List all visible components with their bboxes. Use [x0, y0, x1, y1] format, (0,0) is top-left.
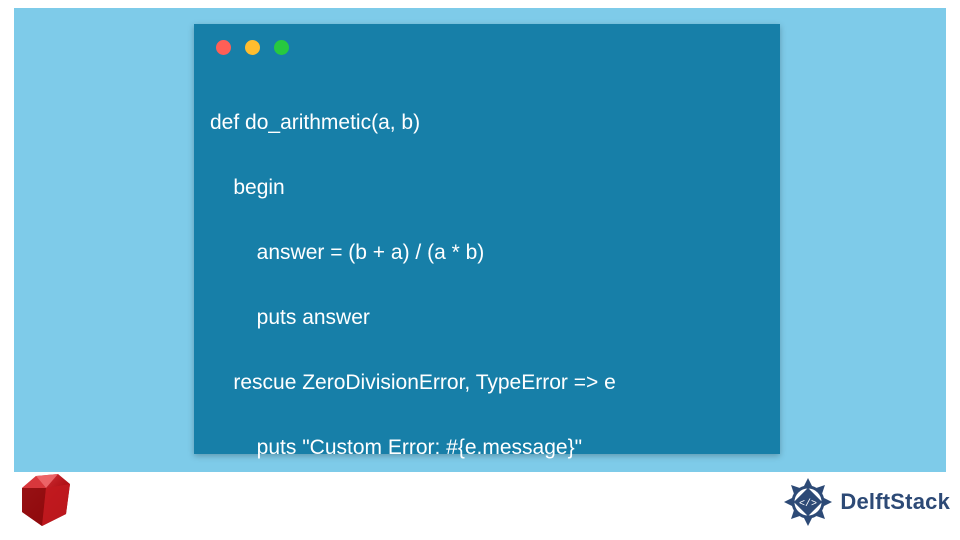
traffic-dot-yellow-icon [245, 40, 260, 55]
svg-text:</>: </> [799, 498, 817, 510]
ruby-logo-icon [12, 468, 76, 532]
code-line: begin [210, 172, 768, 205]
traffic-dot-green-icon [274, 40, 289, 55]
canvas: def do_arithmetic(a, b) begin answer = (… [0, 0, 960, 540]
window-traffic-lights [216, 40, 289, 55]
delftstack-badge-icon: </> [782, 476, 834, 528]
traffic-dot-red-icon [216, 40, 231, 55]
code-line: answer = (b + a) / (a * b) [210, 237, 768, 270]
code-line: ensure [210, 497, 768, 530]
code-line: puts "Custom Error: #{e.message}" [210, 432, 768, 465]
code-line: rescue ZeroDivisionError, TypeError => e [210, 367, 768, 400]
code-line: def do_arithmetic(a, b) [210, 107, 768, 140]
code-window: def do_arithmetic(a, b) begin answer = (… [194, 24, 780, 454]
code-line: puts answer [210, 302, 768, 335]
delftstack-label: DelftStack [840, 489, 950, 515]
delftstack-logo: </> DelftStack [782, 476, 950, 528]
stage: def do_arithmetic(a, b) begin answer = (… [14, 8, 946, 472]
code-block: def do_arithmetic(a, b) begin answer = (… [210, 74, 768, 540]
